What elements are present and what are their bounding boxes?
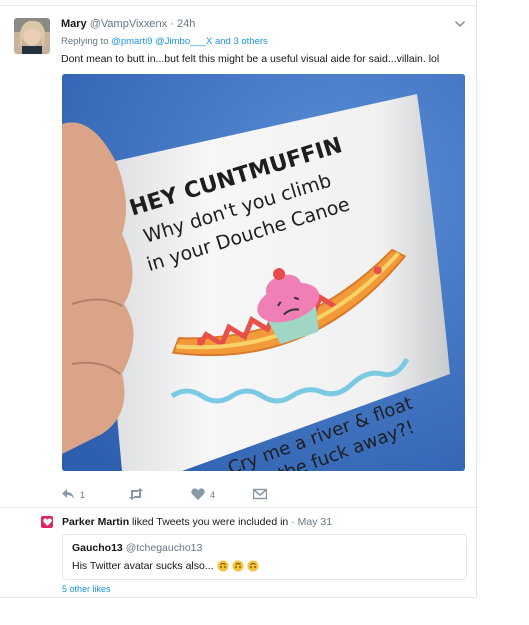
quoted-tweet-body: His Twitter avatar sucks also... [72,560,259,572]
like-button[interactable]: 4 [191,486,215,504]
previous-item-divider [0,0,477,6]
direct-message-icon [252,488,268,502]
notifications-panel: Mary @VampVixxenx · 24h Replying to @pma… [0,0,477,598]
author-handle[interactable]: @VampVixxenx [90,18,167,30]
reply-icon [61,488,75,502]
tweet-actions: 1 4 [61,486,361,504]
notification-date: May 31 [297,516,333,528]
quoted-author-name[interactable]: Gaucho13 [72,542,123,554]
tweet[interactable]: Mary @VampVixxenx · 24h Replying to @pma… [0,8,477,505]
notification-summary: Parker Martin liked Tweets you were incl… [62,516,332,528]
quoted-tweet-text: His Twitter avatar sucks also... [72,560,214,572]
time-separator: · [170,18,174,30]
tweet-image[interactable]: HEY CUNTMUFFIN Why don't you climb in yo… [62,74,465,471]
author-name[interactable]: Mary [61,18,87,30]
tweet-time[interactable]: 24h [177,18,195,30]
upside-down-face-emoji-icon [247,560,259,572]
heart-icon [191,488,205,502]
retweet-button[interactable] [128,486,149,504]
tweet-text: Dont mean to butt in...but felt this mig… [61,53,440,65]
reply-prefix: Replying to [61,36,109,47]
quoted-tweet[interactable]: Gaucho13 @tchegaucho13 His Twitter avata… [62,534,467,580]
quoted-author-handle[interactable]: @tchegaucho13 [126,542,203,554]
reply-button[interactable]: 1 [61,486,85,504]
chevron-down-icon[interactable] [453,17,467,31]
heart-icon [41,516,53,528]
quoted-tweet-author[interactable]: Gaucho13 @tchegaucho13 [72,542,202,554]
retweet-icon [128,488,144,502]
notification-separator: · [291,516,295,528]
like-notification[interactable]: Parker Martin liked Tweets you were incl… [0,507,477,598]
avatar[interactable] [14,18,50,54]
reply-handles-link[interactable]: @pmarti9 @Jimbo___X [111,36,212,47]
direct-message-button[interactable] [252,486,268,504]
like-count: 4 [210,490,216,500]
liker-name[interactable]: Parker Martin [62,516,129,528]
upside-down-face-emoji-icon [232,560,244,572]
reply-others-link[interactable]: and 3 others [215,36,268,47]
reply-context: Replying to @pmarti9 @Jimbo___X and 3 ot… [61,36,268,47]
other-likes-link[interactable]: 5 other likes [62,584,111,594]
upside-down-face-emoji-icon [217,560,229,572]
reply-count: 1 [80,490,86,500]
tweet-author[interactable]: Mary @VampVixxenx · 24h [61,18,195,30]
notification-action: liked Tweets you were included in [132,516,289,528]
